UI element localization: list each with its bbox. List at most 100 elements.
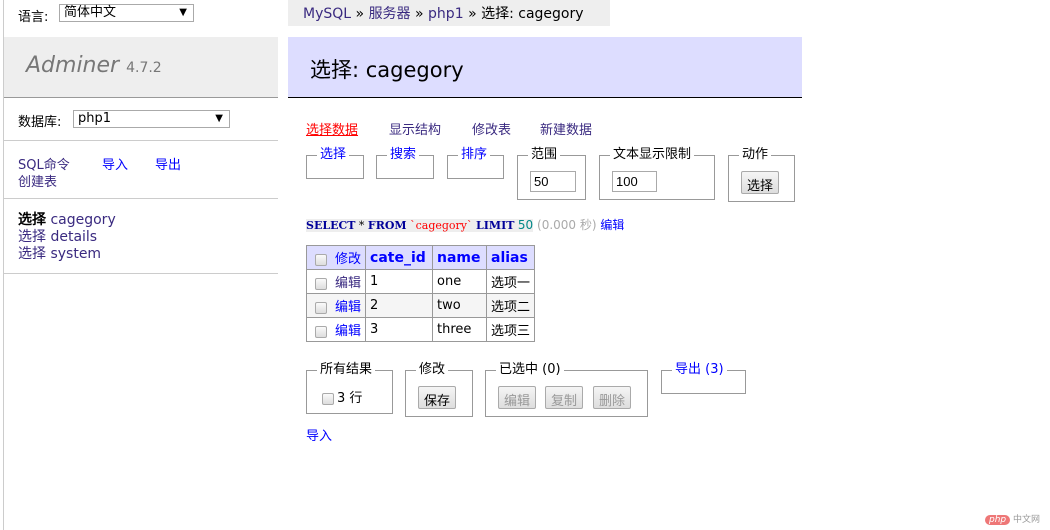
tab-show-structure[interactable]: 显示结构 (389, 119, 441, 138)
results-table: 修改 cate_id name alias 编辑 1 one 选项一 编辑 2 … (305, 245, 536, 342)
limit-input[interactable] (530, 171, 576, 192)
edit-row-link[interactable]: 编辑 (335, 276, 361, 291)
query-time: (0.000 秒) (537, 218, 597, 232)
edit-query-link[interactable]: 编辑 (600, 218, 624, 232)
select-all-checkbox[interactable] (315, 253, 327, 266)
separator: » (468, 6, 477, 22)
database-label: 数据库: (18, 115, 62, 130)
modify-fieldset: 修改 保存 (405, 362, 473, 417)
import-link[interactable]: 导入 (102, 154, 128, 173)
column-header[interactable]: cate_id (365, 245, 434, 270)
language-select[interactable]: 简体中文 ▼ (59, 4, 194, 22)
dropdown-arrow-icon: ▼ (179, 7, 187, 18)
table-item: 选择 system (18, 246, 116, 263)
export-fieldset: 导出 (3) (661, 362, 746, 394)
separator: » (415, 6, 424, 22)
logo-text: Adminer (26, 53, 120, 78)
language-value: 简体中文 (64, 5, 117, 20)
table-row: 编辑 3 three 选项三 (305, 317, 536, 342)
sidebar-header: Adminer 4.7.2 (4, 37, 278, 98)
watermark: php 中文网 (985, 512, 1040, 525)
selected-fieldset: 已选中 (0) 编辑 复制 删除 (485, 362, 648, 417)
cell: 选项二 (486, 293, 536, 318)
cell: two (432, 293, 488, 318)
column-header[interactable]: alias (486, 245, 536, 270)
select-fieldset: 选择 (306, 147, 364, 179)
rows-label: 3 行 (337, 391, 363, 406)
page-title: 选择: cagegory (288, 37, 802, 98)
adminer-logo[interactable]: Adminer 4.7.2 (26, 53, 162, 78)
select-toggle[interactable]: 选择 (317, 147, 350, 163)
save-button[interactable]: 保存 (418, 386, 457, 409)
all-results-fieldset: 所有结果 3 行 (306, 362, 393, 414)
breadcrumb-current: 选择: cagegory (481, 6, 584, 22)
row-checkbox[interactable] (315, 301, 327, 314)
edit-row-link[interactable]: 编辑 (335, 300, 361, 315)
search-fieldset: 搜索 (376, 147, 434, 179)
row-actions: 编辑 (305, 269, 367, 294)
database-select[interactable]: php1 ▼ (73, 110, 230, 128)
sort-toggle[interactable]: 排序 (458, 147, 491, 163)
action-fieldset: 动作 选择 (728, 147, 795, 202)
table-row: 编辑 1 one 选项一 (305, 269, 536, 294)
select-link[interactable]: 选择 (18, 229, 46, 245)
divider (4, 198, 278, 199)
copy-selected-button[interactable]: 复制 (545, 386, 584, 409)
table-row: 编辑 2 two 选项二 (305, 293, 536, 318)
cell: 1 (365, 269, 434, 294)
all-rows-option[interactable]: 3 行 (319, 387, 362, 406)
tab-new-item[interactable]: 新建数据 (540, 119, 592, 138)
breadcrumb-mysql[interactable]: MySQL (303, 6, 351, 22)
tab-alter-table[interactable]: 修改表 (472, 119, 511, 138)
text-length-label: 文本显示限制 (610, 147, 695, 163)
action-label: 动作 (739, 147, 772, 163)
create-table-link[interactable]: 创建表 (18, 171, 57, 190)
select-button[interactable]: 选择 (741, 171, 780, 194)
selected-label: 已选中 (0) (496, 362, 564, 378)
breadcrumb-server[interactable]: 服务器 (369, 6, 411, 22)
all-results-label: 所有结果 (317, 362, 376, 378)
export-toggle[interactable]: 导出 (3) (672, 362, 727, 378)
tab-select-data[interactable]: 选择数据 (306, 119, 358, 138)
all-rows-checkbox[interactable] (322, 392, 334, 405)
modify-header[interactable]: 修改 (335, 252, 361, 267)
limit-fieldset: 范围 (517, 147, 586, 200)
divider (4, 273, 278, 274)
modify-label: 修改 (416, 362, 449, 378)
cell: 选项三 (486, 317, 536, 342)
version: 4.7.2 (126, 60, 162, 76)
cell: 2 (365, 293, 434, 318)
sort-fieldset: 排序 (447, 147, 504, 179)
sql-code: SELECT * FROM `cagegory` LIMIT 50 (306, 218, 534, 232)
edit-selected-button[interactable]: 编辑 (498, 386, 537, 409)
search-toggle[interactable]: 搜索 (387, 147, 420, 163)
delete-selected-button[interactable]: 删除 (593, 386, 632, 409)
export-link[interactable]: 导出 (155, 154, 181, 173)
table-item: 选择 cagegory (18, 212, 116, 229)
sql-query: SELECT * FROM `cagegory` LIMIT 50 (0.000… (306, 216, 624, 233)
table-link[interactable]: cagegory (50, 212, 115, 228)
cell: one (432, 269, 488, 294)
table-list: 选择 cagegory 选择 details 选择 system (18, 212, 116, 263)
table-item: 选择 details (18, 229, 116, 246)
table-link[interactable]: details (50, 229, 97, 245)
language-label: 语言: (18, 10, 49, 25)
import-link[interactable]: 导入 (306, 425, 332, 444)
cell: three (432, 317, 488, 342)
select-link[interactable]: 选择 (18, 246, 46, 262)
breadcrumb-db[interactable]: php1 (428, 6, 464, 22)
select-link[interactable]: 选择 (18, 212, 46, 228)
text-length-fieldset: 文本显示限制 (599, 147, 715, 200)
row-checkbox[interactable] (315, 277, 327, 290)
edit-row-link[interactable]: 编辑 (335, 324, 361, 339)
cell: 选项一 (486, 269, 536, 294)
text-length-input[interactable] (612, 171, 657, 192)
divider (4, 140, 278, 141)
table-link[interactable]: system (50, 246, 101, 262)
row-checkbox[interactable] (315, 325, 327, 338)
row-actions: 编辑 (305, 293, 367, 318)
header-modify: 修改 (305, 245, 367, 270)
row-actions: 编辑 (305, 317, 367, 342)
limit-label: 范围 (528, 147, 561, 163)
column-header[interactable]: name (432, 245, 488, 270)
